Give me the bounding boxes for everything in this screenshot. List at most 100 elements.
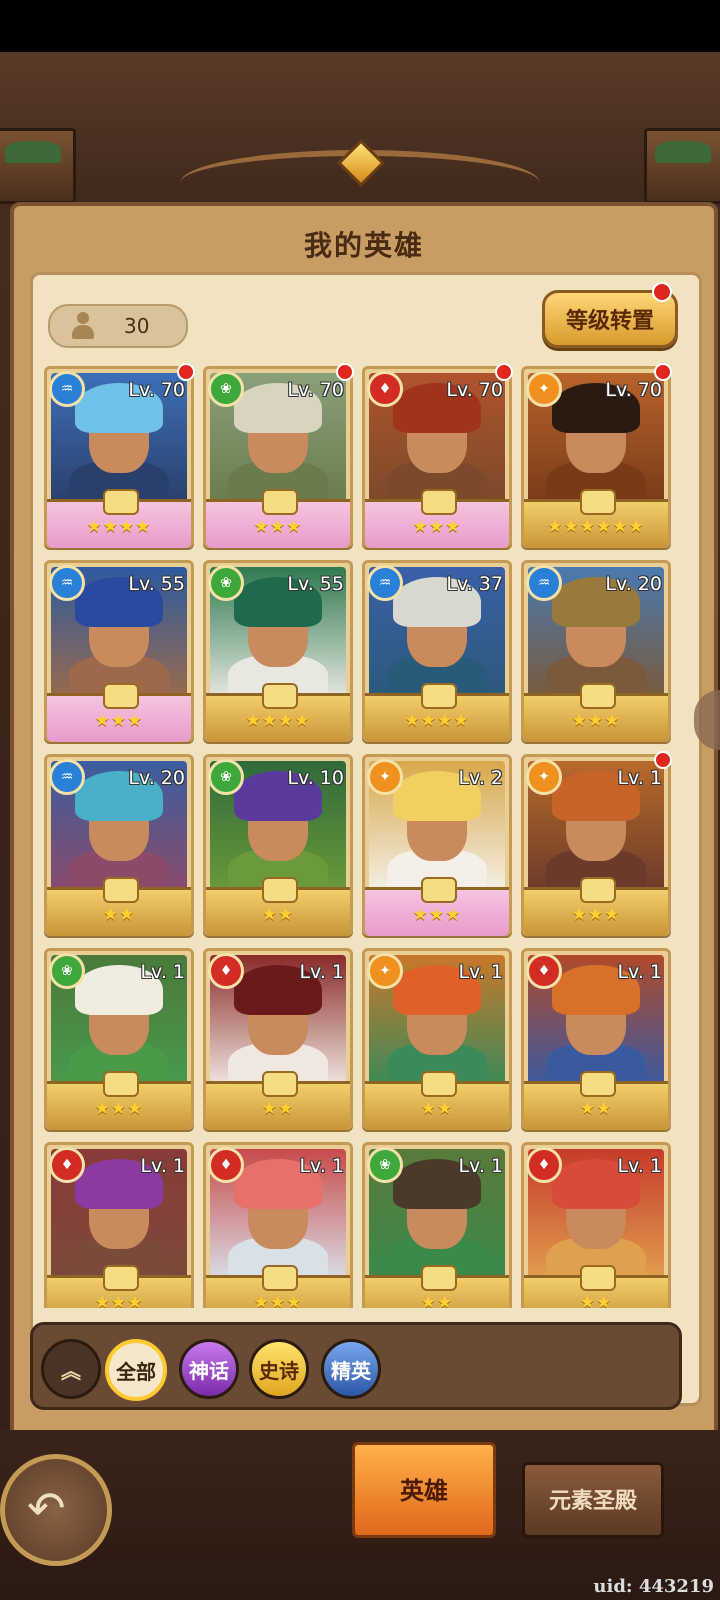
light-element-icon: ✦ <box>526 371 562 407</box>
hero-card[interactable]: ♒ Lv. 70 ★★★★ <box>44 363 195 548</box>
star-rating: ★★ <box>102 905 136 925</box>
star-rating: ★★ <box>579 1293 613 1308</box>
star-rating: ★★★ <box>571 711 621 731</box>
notification-dot-icon <box>654 751 672 769</box>
star-rating: ★★★ <box>94 711 144 731</box>
filter-all-button[interactable]: 全部 <box>105 1339 167 1401</box>
rank-emblem-icon <box>580 683 616 709</box>
back-button[interactable]: ↶ <box>0 1454 112 1566</box>
star-rating: ★★★★ <box>245 711 311 731</box>
notification-dot-icon <box>336 363 354 381</box>
hero-level: Lv. 70 <box>446 379 503 401</box>
light-element-icon: ✦ <box>367 759 403 795</box>
rank-emblem-icon <box>262 683 298 709</box>
hero-level: Lv. 1 <box>299 1155 344 1177</box>
hero-card[interactable]: ♒ Lv. 20 ★★★ <box>521 560 671 742</box>
star-rating: ★★★ <box>94 1099 144 1119</box>
hero-card[interactable]: ❀ Lv. 55 ★★★★ <box>203 560 353 742</box>
hero-level: Lv. 1 <box>617 961 662 983</box>
water-element-icon: ♒ <box>526 565 562 601</box>
hero-card[interactable]: ✦ Lv. 1 ★★★ <box>521 751 672 936</box>
right-pillar-decoration <box>644 128 720 204</box>
rank-emblem-icon <box>580 877 616 903</box>
earth-element-icon: ❀ <box>208 565 244 601</box>
rank-emblem-icon <box>103 1071 139 1097</box>
rank-emblem-icon <box>262 1071 298 1097</box>
hero-card[interactable]: ♒ Lv. 20 ★★ <box>44 754 194 936</box>
hero-level: Lv. 20 <box>128 767 185 789</box>
fire-element-icon: ♦ <box>367 371 403 407</box>
hero-card[interactable]: ♦ Lv. 70 ★★★ <box>362 363 513 548</box>
level-transfer-label: 等级转置 <box>565 309 654 334</box>
light-element-icon: ✦ <box>367 953 403 989</box>
rank-emblem-icon <box>103 489 139 515</box>
hero-card[interactable]: ❀ Lv. 1 ★★★ <box>44 948 194 1130</box>
rank-emblem-icon <box>262 877 298 903</box>
hero-level: Lv. 1 <box>617 767 662 789</box>
hero-level: Lv. 20 <box>605 573 662 595</box>
fire-element-icon: ♦ <box>49 1147 85 1183</box>
star-rating: ★★ <box>261 1099 295 1119</box>
fire-element-icon: ♦ <box>208 953 244 989</box>
rank-emblem-icon <box>103 877 139 903</box>
hero-card[interactable]: ♒ Lv. 55 ★★★ <box>44 560 194 742</box>
tab-heroes[interactable]: 英雄 <box>352 1442 496 1538</box>
notification-dot-icon <box>495 363 513 381</box>
water-element-icon: ♒ <box>49 759 85 795</box>
star-rating: ★★★ <box>253 1293 303 1308</box>
star-rating: ★★★ <box>412 517 462 537</box>
hero-level: Lv. 1 <box>140 961 185 983</box>
hero-card[interactable]: ✦ Lv. 2 ★★★ <box>362 754 512 936</box>
rank-emblem-icon <box>580 489 616 515</box>
hero-card[interactable]: ♦ Lv. 1 ★★★ <box>203 1142 353 1308</box>
hero-level: Lv. 70 <box>605 379 662 401</box>
star-rating: ★★★ <box>571 905 621 925</box>
back-arrow-icon: ↶ <box>27 1481 66 1535</box>
hero-grid: ♒ Lv. 70 ★★★★ ❀ Lv. 70 ★★★ ♦ Lv. 70 ★★★ ✦ Lv. 70 ★★… <box>40 356 680 1308</box>
hero-card[interactable]: ♒ Lv. 37 ★★★★ <box>362 560 512 742</box>
fire-element-icon: ♦ <box>208 1147 244 1183</box>
rank-emblem-icon <box>421 489 457 515</box>
water-element-icon: ♒ <box>49 371 85 407</box>
rank-emblem-icon <box>103 1265 139 1291</box>
hero-count-badge: 30 <box>48 304 188 348</box>
rank-emblem-icon <box>421 877 457 903</box>
star-rating: ★★ <box>261 905 295 925</box>
star-rating: ★★ <box>420 1099 454 1119</box>
filter-epic-button[interactable]: 史诗 <box>249 1339 309 1399</box>
tab-element-shrine-label: 元素圣殿 <box>548 1489 637 1514</box>
earth-element-icon: ❀ <box>367 1147 403 1183</box>
hero-card[interactable]: ♦ Lv. 1 ★★★ <box>44 1142 194 1308</box>
hero-card[interactable]: ❀ Lv. 10 ★★ <box>203 754 353 936</box>
rank-emblem-icon <box>421 1071 457 1097</box>
filter-elite-button[interactable]: 精英 <box>321 1339 381 1399</box>
hero-card[interactable]: ✦ Lv. 1 ★★ <box>362 948 512 1130</box>
notification-dot-icon <box>177 363 195 381</box>
light-element-icon: ✦ <box>526 759 562 795</box>
left-pillar-decoration <box>0 128 76 204</box>
rank-emblem-icon <box>103 683 139 709</box>
hero-card[interactable]: ❀ Lv. 1 ★★ <box>362 1142 512 1308</box>
tab-heroes-label: 英雄 <box>400 1477 448 1505</box>
page-title: 我的英雄 <box>303 229 424 262</box>
hero-card[interactable]: ✦ Lv. 70 ★★★★★★ <box>521 363 672 548</box>
filter-mythic-button[interactable]: 神话 <box>179 1339 239 1399</box>
hero-level: Lv. 70 <box>287 379 344 401</box>
hero-card[interactable]: ♦ Lv. 1 ★★ <box>521 1142 671 1308</box>
rarity-filter-bar: ︽ 全部 神话 史诗 精英 <box>30 1322 682 1410</box>
hero-card[interactable]: ❀ Lv. 70 ★★★ <box>203 363 354 548</box>
earth-element-icon: ❀ <box>49 953 85 989</box>
status-bar-area <box>0 0 720 52</box>
rank-emblem-icon <box>262 489 298 515</box>
hero-level: Lv. 1 <box>617 1155 662 1177</box>
hero-card[interactable]: ♦ Lv. 1 ★★ <box>203 948 353 1130</box>
earth-element-icon: ❀ <box>208 371 244 407</box>
collapse-chevron-up-icon[interactable]: ︽ <box>41 1339 101 1399</box>
rank-emblem-icon <box>580 1071 616 1097</box>
tab-element-shrine[interactable]: 元素圣殿 <box>522 1462 664 1538</box>
hero-card[interactable]: ♦ Lv. 1 ★★ <box>521 948 671 1130</box>
fire-element-icon: ♦ <box>526 953 562 989</box>
hero-level: Lv. 70 <box>128 379 185 401</box>
rank-emblem-icon <box>421 1265 457 1291</box>
water-element-icon: ♒ <box>49 565 85 601</box>
